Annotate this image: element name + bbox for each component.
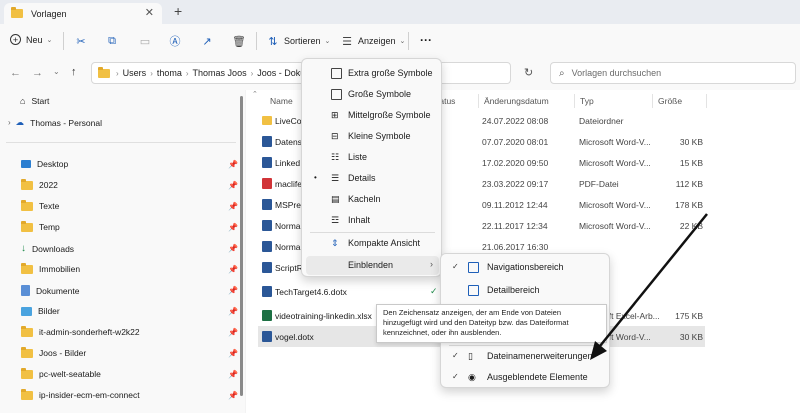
arrow-head [590, 341, 607, 360]
arrow-line [599, 213, 708, 347]
annotation-arrow [590, 213, 708, 360]
